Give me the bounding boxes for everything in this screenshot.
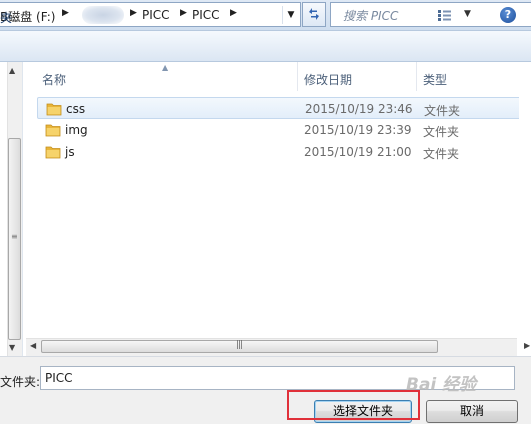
- toolbar-new-folder-label[interactable]: 夹: [0, 9, 12, 26]
- folder-name-value: PICC: [45, 371, 73, 385]
- views-dropdown-icon[interactable]: ▼: [464, 9, 471, 19]
- refresh-icon: [309, 8, 319, 20]
- address-dropdown-icon[interactable]: ▼: [282, 6, 299, 24]
- search-placeholder[interactable]: 搜索 PICC: [343, 7, 398, 24]
- annotation-highlight-box: [287, 390, 420, 420]
- item-date: 2015/10/19 23:46: [305, 102, 413, 116]
- item-type: 文件夹: [424, 104, 461, 118]
- address-bar[interactable]: B磁盘 (F:) ▶ ▶ PICC ▶ PICC ▶ ▼: [0, 2, 301, 27]
- item-date: 2015/10/19 23:39: [304, 123, 412, 137]
- blurred-breadcrumb: [82, 6, 124, 24]
- column-header-name-label: 名称: [42, 73, 67, 87]
- scroll-left-icon[interactable]: ◀: [30, 341, 36, 350]
- breadcrumb-separator[interactable]: ▶: [180, 8, 187, 18]
- breadcrumb-picc-2[interactable]: PICC: [192, 8, 220, 22]
- column-header-type[interactable]: 类型: [417, 62, 517, 91]
- scroll-grip-icon: ≡: [11, 232, 18, 241]
- column-header-date[interactable]: 修改日期: [298, 62, 417, 91]
- item-type: 文件夹: [423, 125, 460, 139]
- cancel-button[interactable]: 取消: [426, 400, 518, 423]
- folder-field-label: 文件夹:: [0, 375, 41, 389]
- folder-icon: [45, 124, 61, 137]
- toolbar: [0, 31, 531, 62]
- list-item[interactable]: css 2015/10/19 23:46 文件夹: [37, 97, 527, 119]
- breadcrumb-separator[interactable]: ▶: [230, 8, 237, 18]
- item-name: css: [66, 102, 86, 116]
- item-name: js: [65, 145, 75, 159]
- scroll-grip-icon: |||: [236, 340, 243, 350]
- sort-ascending-icon: ▲: [162, 63, 169, 72]
- nav-scroll-up-icon[interactable]: ▲: [9, 66, 15, 75]
- list-item[interactable]: js 2015/10/19 21:00 文件夹: [37, 141, 527, 163]
- nav-scroll-down-icon[interactable]: ▼: [9, 343, 15, 352]
- list-vertical-scroll-area: [519, 62, 531, 355]
- item-date: 2015/10/19 21:00: [304, 145, 412, 159]
- column-header-date-label: 修改日期: [304, 73, 353, 87]
- breadcrumb-separator[interactable]: ▶: [130, 8, 137, 18]
- folder-icon: [46, 103, 62, 116]
- column-header-type-label: 类型: [423, 73, 448, 87]
- item-type: 文件夹: [423, 147, 460, 161]
- scroll-right-icon[interactable]: ▶: [524, 341, 530, 350]
- item-name: img: [65, 123, 88, 137]
- views-icon[interactable]: [438, 10, 451, 21]
- refresh-button[interactable]: [302, 2, 326, 27]
- folder-icon: [45, 146, 61, 159]
- breadcrumb-separator[interactable]: ▶: [62, 8, 69, 18]
- breadcrumb-picc-1[interactable]: PICC: [142, 8, 170, 22]
- help-icon[interactable]: ?: [500, 7, 516, 23]
- list-item[interactable]: img 2015/10/19 23:39 文件夹: [37, 119, 527, 141]
